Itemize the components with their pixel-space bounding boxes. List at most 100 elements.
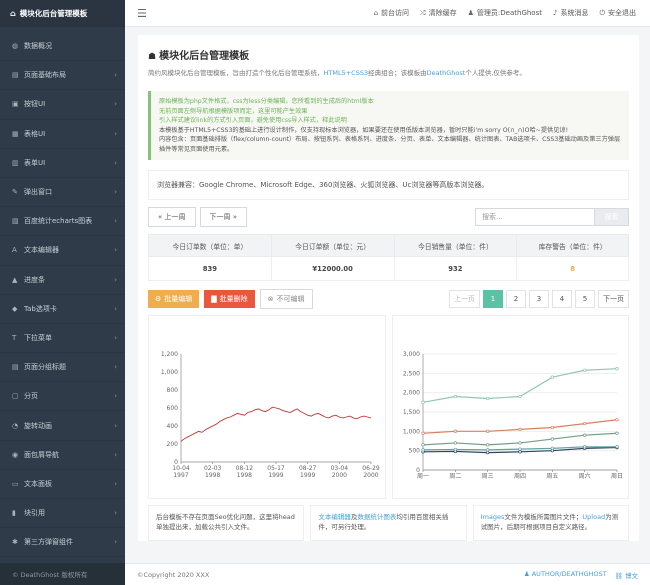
sidebar-item[interactable]: ◆ Tab选项卡 ›	[0, 295, 125, 324]
sidebar-item-label: 旋转动画	[24, 421, 52, 430]
sidebar-item-label: Tab选项卡	[24, 304, 57, 313]
chevron-right-icon: ›	[114, 100, 117, 109]
page-button[interactable]: 1	[483, 290, 503, 308]
top-link[interactable]: ⌂ 前台访问	[374, 8, 409, 18]
breadcrumb-icon: ◉	[12, 450, 19, 459]
page-button[interactable]: 5	[575, 290, 595, 308]
blog-link[interactable]: ⛓ 博文	[615, 570, 638, 580]
sidebar-item-label: 表单UI	[24, 158, 46, 167]
stats-value: 932	[393, 256, 518, 281]
top-link[interactable]: ⏻ 安全退出	[599, 8, 636, 18]
chevron-right-icon: ›	[114, 538, 117, 547]
chart-link[interactable]: 数据统计图表	[357, 513, 396, 521]
x-tick-label: 08-27	[299, 465, 317, 472]
info-card-images: Images文件为模板所需图片文件；Upload为测试图片，后期可根据项目自定义…	[472, 505, 629, 541]
sidebar-item[interactable]: ▭ 文本面板 ›	[0, 470, 125, 499]
sidebar-item[interactable]: ✎ 弹出窗口 ›	[0, 178, 125, 208]
upload-link[interactable]: Upload	[582, 513, 605, 521]
stats-table: 今日订单数（单位：单） 今日订单额（单位：元） 今日销售量（单位：件） 库存警告（单位…	[148, 234, 629, 281]
sidebar-item-label: 表格UI	[24, 129, 46, 138]
sidebar-item-label: 页面分组标题	[24, 363, 66, 372]
top-link[interactable]: ⤮ 清除缓存	[420, 8, 457, 18]
sidebar-item[interactable]: A 文本编辑器 ›	[0, 236, 125, 266]
data-point	[517, 447, 522, 451]
sidebar-item[interactable]: ▤ 页面基础布局 ›	[0, 61, 125, 91]
prev-week-button[interactable]: « 上一周	[148, 207, 196, 227]
chevron-right-icon: ›	[114, 450, 117, 459]
x-tick-label: 1997	[173, 472, 188, 479]
sidebar-item[interactable]: ▧ 百度统计echarts图表 ›	[0, 207, 125, 237]
x-tick-label: 1998	[237, 472, 252, 479]
animation-icon: ◔	[12, 421, 19, 430]
sidebar-item[interactable]: ◍ 数据概况	[0, 32, 125, 62]
sidebar-item[interactable]: ✱ 第三方弹窗组件 ›	[0, 528, 125, 558]
progress-icon: ▲	[12, 275, 18, 284]
sidebar-footer: © DeathGhost 版权所有	[0, 563, 125, 585]
sidebar-item[interactable]: ▣ 按钮UI ›	[0, 90, 125, 120]
page-button[interactable]: 2	[506, 290, 526, 308]
page-button[interactable]: 3	[529, 290, 549, 308]
page-button[interactable]: 4	[552, 290, 572, 308]
chevron-right-icon: ›	[114, 246, 117, 255]
data-point	[550, 437, 554, 441]
next-page-button[interactable]: 下一页	[598, 290, 629, 308]
info-card-plugins: 文本编辑器及数据统计图表均引用百度相关插件，可另行处理。	[310, 505, 467, 541]
quote-icon: ▮	[12, 509, 16, 518]
desc-html5-link[interactable]: HTML5+CSS3	[324, 69, 369, 77]
y-tick-label: 400	[167, 423, 179, 430]
tab-icon: ◆	[12, 304, 18, 313]
sidebar-item[interactable]: ▢ 分页 ›	[0, 382, 125, 412]
sidebar-item[interactable]: ▦ 表格UI ›	[0, 120, 125, 149]
top-link[interactable]: ♟ 管理员:DeathGhost	[468, 8, 542, 18]
sidebar-item-label: 文本面板	[24, 479, 52, 488]
chevron-right-icon: ›	[114, 509, 117, 518]
layout-icon: ▤	[12, 71, 19, 80]
sidebar-item[interactable]: T 下拉菜单 ›	[0, 324, 125, 354]
readonly-button[interactable]: ⊗ 不可编辑	[259, 289, 313, 309]
x-tick-label: 2000	[332, 472, 347, 479]
y-tick-label: 1,000	[402, 428, 419, 435]
data-point	[485, 429, 489, 433]
y-tick-label: 800	[167, 387, 179, 394]
top-links: ⌂ 前台访问 ⤮ 清除缓存 ♟ 管理员:DeathGhost ♪ 系统消息 ⏻ 安全退出	[374, 8, 650, 18]
form-icon: ▥	[12, 158, 19, 167]
data-point	[453, 394, 457, 399]
x-tick-label: 05-17	[267, 465, 285, 472]
sidebar-item[interactable]: ▥ 表单UI ›	[0, 149, 125, 178]
sidebar-item-label: 块引用	[24, 509, 45, 518]
x-tick-label: 周六	[578, 472, 590, 480]
next-week-button[interactable]: 下一周 »	[199, 207, 248, 227]
search-input[interactable]: 搜索...	[475, 208, 595, 226]
images-link[interactable]: Images	[481, 513, 505, 521]
sidebar-item[interactable]: ◔ 旋转动画 ›	[0, 411, 125, 441]
sidebar-item[interactable]: ▤ 页面分组标题 ›	[0, 353, 125, 383]
top-link-label: 清除缓存	[428, 9, 457, 17]
sidebar-item[interactable]: ◉ 面包屑导航 ›	[0, 441, 125, 470]
sidebar-item[interactable]: ▮ 块引用 ›	[0, 499, 125, 529]
top-bar: ☰ ⌂ 前台访问 ⤮ 清除缓存 ♟ 管理员:DeathGhost ♪ 系统消息 ⏻ 安全退出	[125, 0, 650, 27]
search-button[interactable]: 搜索	[595, 208, 629, 226]
batch-edit-button[interactable]: ⚙ 批量编辑	[148, 290, 200, 308]
data-point	[517, 450, 522, 454]
sidebar-item-label: 文本编辑器	[24, 246, 59, 255]
sidebar-item-label: 第三方弹窗组件	[24, 538, 73, 547]
editor-link[interactable]: 文本编辑器	[318, 513, 351, 521]
top-link[interactable]: ♪ 系统消息	[553, 8, 588, 18]
y-tick-label: 2,500	[402, 370, 419, 377]
app-logo[interactable]: ⌂ 模块化后台管理模板	[0, 0, 125, 27]
chart-svg: 05001,0001,5002,0002,5003,000周一 周二 周三 周四 周五周…	[402, 351, 622, 480]
desc-author-link[interactable]: DeathGhost	[427, 69, 466, 77]
chevron-right-icon: ›	[114, 363, 117, 372]
batch-delete-button[interactable]: ▇ 批量删除	[204, 290, 255, 308]
notice-line: 引入样式建议link的方式引入页面，避免使用css导入样式，释此说明	[159, 117, 347, 124]
data-point	[485, 448, 489, 452]
menu-toggle-icon[interactable]: ☰	[137, 7, 147, 20]
data-point	[614, 431, 619, 435]
stats-value: 839	[148, 256, 272, 281]
author-link[interactable]: ♟ AUTHOR/DEATHGHOST	[524, 570, 607, 580]
notice-line: 本模板基于HTML5+CSS3的基础上进行设计制作，仅支持现标本浏览器，如果要还…	[159, 126, 569, 134]
sidebar-item[interactable]: ▲ 进度条 ›	[0, 266, 125, 295]
chevron-right-icon: ›	[114, 275, 117, 284]
prev-page-button[interactable]: 上一页	[449, 290, 480, 308]
chevron-right-icon: ›	[114, 304, 117, 313]
